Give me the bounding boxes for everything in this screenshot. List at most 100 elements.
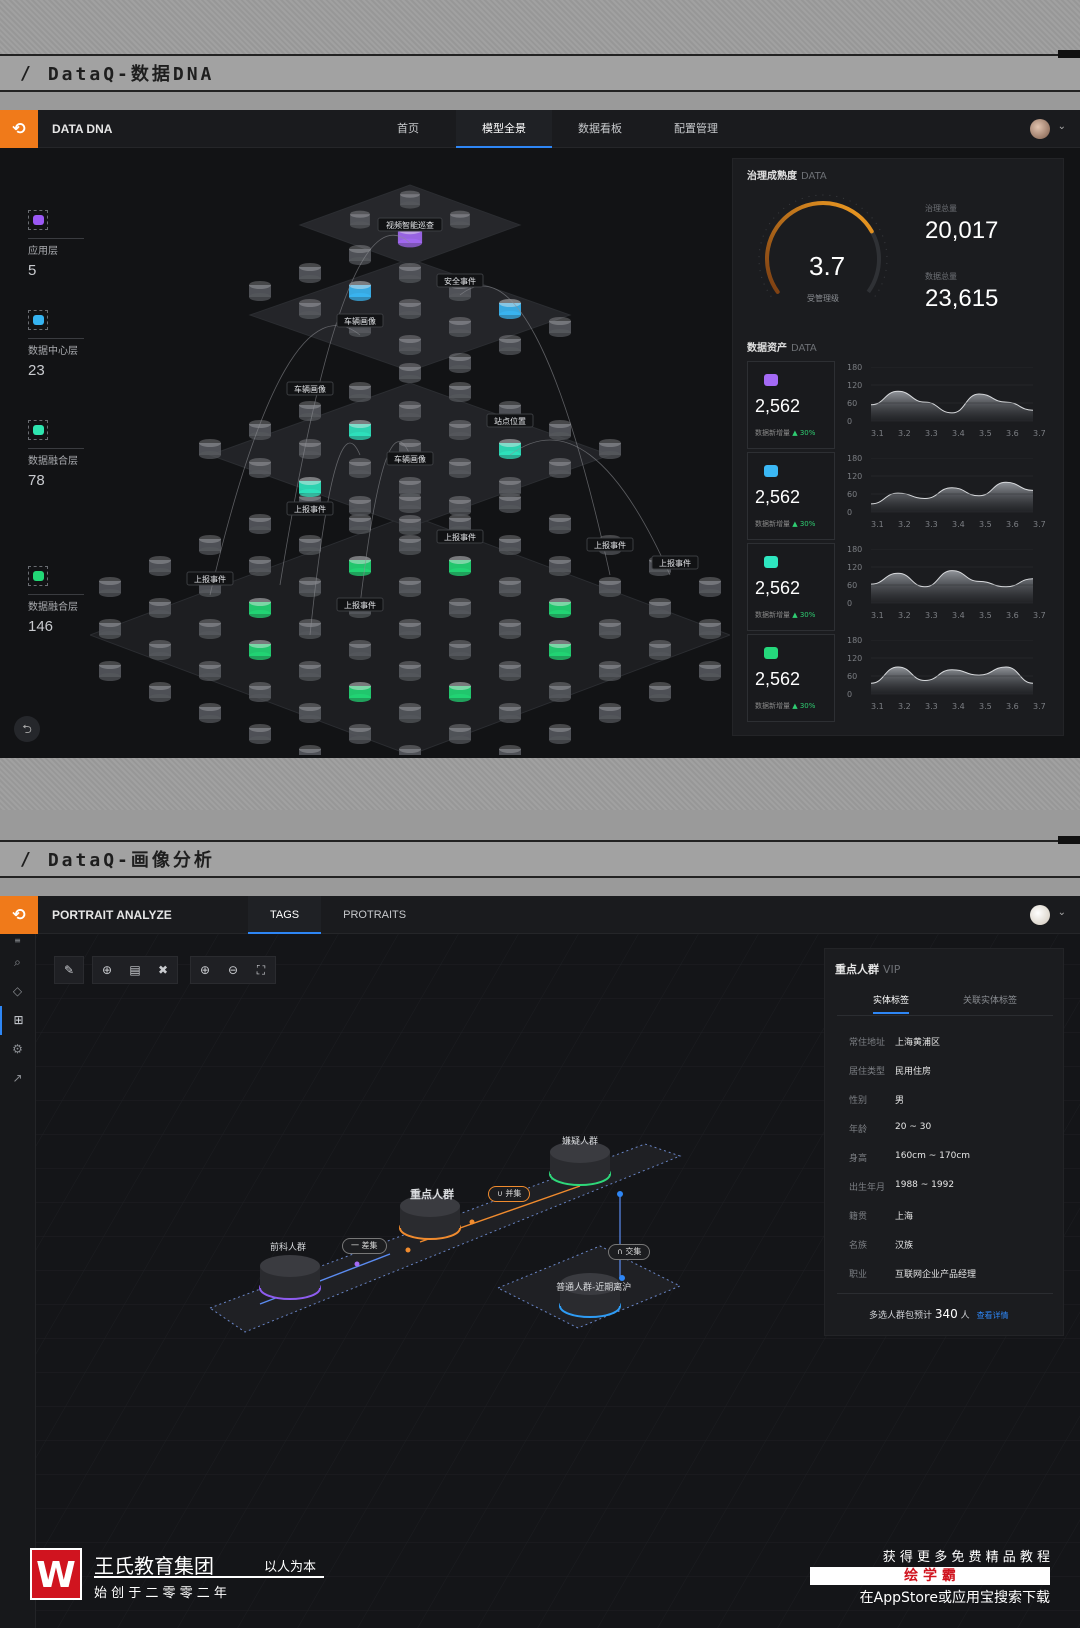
model-isometric-view: 视频智能巡查安全事件车辆画像车辆画像站点位置车辆画像上报事件上报事件上报事件上报…: [90, 184, 730, 755]
asset-label: 数据新增量 ▲ 30%: [755, 611, 816, 619]
layer-count: 78: [28, 472, 45, 489]
pen-icon[interactable]: ✎: [55, 957, 83, 983]
nav-data-board[interactable]: 数据看板: [552, 110, 648, 148]
app-brand: PORTRAIT ANALYZE: [52, 907, 172, 922]
op-union[interactable]: ∪ 并集: [488, 1186, 531, 1202]
user-avatar[interactable]: [1030, 119, 1050, 139]
model-label[interactable]: 上报事件: [336, 597, 384, 612]
x-tick: 3.6: [1006, 520, 1019, 529]
op-diff[interactable]: 一 差集: [342, 1238, 387, 1254]
cylinder-icon: [764, 556, 778, 568]
model-label[interactable]: 上报事件: [586, 537, 634, 552]
asset-card[interactable]: 2,562 数据新增量 ▲ 30%: [747, 452, 835, 540]
tag-icon[interactable]: ◇: [0, 977, 35, 1006]
model-label[interactable]: 车辆画像: [336, 313, 384, 328]
tab-tags[interactable]: TAGS: [248, 896, 322, 934]
app-logo[interactable]: ⟲: [0, 896, 38, 934]
settings-icon[interactable]: ⚙: [0, 1035, 35, 1064]
svg-text:上报事件: 上报事件: [344, 600, 376, 610]
tab-portraits[interactable]: PROTRAITS: [321, 896, 428, 934]
node-prior-crowd: [259, 1255, 321, 1300]
vip-attr-row: 名族 汉族: [849, 1241, 914, 1251]
x-tick: 3.4: [952, 611, 965, 620]
app-logo[interactable]: ⟲: [0, 110, 38, 148]
model-label[interactable]: 视频智能巡查: [377, 217, 443, 232]
asset-value: 2,562: [755, 487, 801, 507]
svg-text:上报事件: 上报事件: [194, 574, 226, 584]
asset-card[interactable]: 2,562 数据新增量 ▲ 30%: [747, 634, 835, 722]
asset-label: 数据新增量 ▲ 30%: [755, 702, 816, 710]
main-nav: 首页 模型全景 数据看板 配置管理: [360, 110, 744, 148]
svg-text:车辆画像: 车辆画像: [344, 316, 376, 326]
y-tick: 60: [847, 399, 858, 408]
section-title: DataQ-画像分析: [47, 850, 215, 871]
nav-model-overview[interactable]: 模型全景: [456, 110, 552, 148]
x-tick: 3.2: [898, 611, 911, 620]
cylinder-icon: [764, 647, 778, 659]
model-label[interactable]: 车辆画像: [386, 451, 434, 466]
gray-backdrop-top: [0, 0, 1080, 54]
layer-item-fusion-base[interactable]: 数据融合层 146: [28, 566, 84, 635]
portrait-app: ⟲ PORTRAIT ANALYZE TAGS PROTRAITS ⌄ ≡ ⌕ …: [0, 896, 1080, 1628]
asset-card[interactable]: 2,562 数据新增量 ▲ 30%: [747, 543, 835, 631]
layer-item-fusion[interactable]: 数据融合层 78: [28, 420, 84, 489]
zoom-out-icon[interactable]: ⊖: [219, 957, 247, 983]
vip-attr-row: 年龄 20 ~ 30: [849, 1122, 932, 1135]
promo-download: 在AppStore或应用宝搜索下载: [859, 1590, 1050, 1606]
fullscreen-icon[interactable]: ⛶: [247, 957, 275, 983]
save-icon[interactable]: ▤: [121, 957, 149, 983]
y-tick: 120: [847, 654, 863, 663]
nav-home[interactable]: 首页: [360, 110, 456, 148]
section-header-dna: / DataQ-数据DNA: [0, 50, 1080, 92]
menu-icon[interactable]: ≡: [0, 934, 35, 948]
cylinder-icon: [28, 566, 48, 586]
model-label[interactable]: 上报事件: [286, 501, 334, 516]
portrait-tabs: TAGS PROTRAITS: [248, 896, 428, 934]
stat-label: 治理总量: [925, 204, 957, 213]
chevron-down-icon[interactable]: ⌄: [1058, 907, 1066, 918]
assets-title: 数据资产 DATA: [747, 343, 817, 354]
asset-card[interactable]: 2,562 数据新增量 ▲ 30%: [747, 361, 835, 449]
model-label[interactable]: 上报事件: [651, 555, 699, 570]
asset-area-chart: [871, 549, 1034, 604]
share-icon[interactable]: ↗: [0, 1064, 35, 1093]
x-tick: 3.2: [898, 520, 911, 529]
x-tick: 3.1: [871, 611, 884, 620]
vip-attr-row: 出生年月 1988 ~ 1992: [849, 1180, 955, 1193]
vip-footer: 多选人群包预计 340 人 查看详情: [869, 1307, 1009, 1321]
x-tick: 3.6: [1006, 611, 1019, 620]
layer-item-app[interactable]: 应用层 5: [28, 210, 84, 279]
back-icon[interactable]: ⮌: [14, 716, 40, 742]
data-dna-app: ⟲ DATA DNA 首页 模型全景 数据看板 配置管理 ⌄ 应用层 5 数据中…: [0, 110, 1080, 758]
model-label[interactable]: 上报事件: [436, 529, 484, 544]
search-icon[interactable]: ⌕: [0, 948, 35, 977]
svg-text:车辆画像: 车辆画像: [294, 384, 326, 394]
tab-entity-tags[interactable]: 实体标签: [873, 993, 910, 1014]
asset-value: 2,562: [755, 396, 801, 416]
op-intersect[interactable]: ∩ 交集: [608, 1244, 651, 1260]
grid-icon[interactable]: ⊞: [0, 1006, 35, 1035]
x-tick: 3.1: [871, 429, 884, 438]
user-avatar[interactable]: [1030, 905, 1050, 925]
new-file-icon[interactable]: ⊕: [93, 957, 121, 983]
y-tick: 180: [847, 636, 863, 645]
vip-attr-row: 性别男: [849, 1096, 905, 1106]
zoom-in-icon[interactable]: ⊕: [191, 957, 219, 983]
x-tick: 3.7: [1033, 611, 1046, 620]
model-label[interactable]: 车辆画像: [286, 381, 334, 396]
nav-config[interactable]: 配置管理: [648, 110, 744, 148]
promo-text: 获 得 更 多 免 费 精 品 教 程: [882, 1550, 1050, 1565]
model-label[interactable]: 站点位置: [486, 413, 534, 428]
cylinder-icon: [764, 465, 778, 477]
chevron-down-icon[interactable]: ⌄: [1058, 121, 1066, 132]
model-label[interactable]: 安全事件: [436, 273, 484, 288]
x-tick: 3.5: [979, 702, 992, 711]
edit-toolbar: ✎: [54, 956, 84, 984]
watermark-right: 获 得 更 多 免 费 精 品 教 程 绘 学 霸 在AppStore或应用宝搜…: [810, 1546, 1050, 1607]
delete-icon[interactable]: ✖: [149, 957, 177, 983]
org-slogan: 以人为本: [264, 1560, 317, 1575]
model-label[interactable]: 上报事件: [186, 571, 234, 586]
view-details-link[interactable]: 查看详情: [977, 1311, 1009, 1320]
tab-related-tags[interactable]: 关联实体标签: [963, 993, 1017, 1006]
layer-item-datacenter[interactable]: 数据中心层 23: [28, 310, 84, 379]
